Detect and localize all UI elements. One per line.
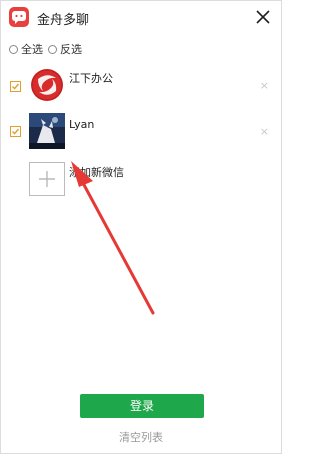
annotation-arrow-icon xyxy=(71,161,155,315)
login-button[interactable]: 登录 xyxy=(80,394,204,418)
app-window: 金舟多聊 全选 反选 江下办公 × Lyan × 添加新微信 登录 清空列表 xyxy=(0,0,282,454)
clear-list-link[interactable]: 清空列表 xyxy=(1,429,281,445)
